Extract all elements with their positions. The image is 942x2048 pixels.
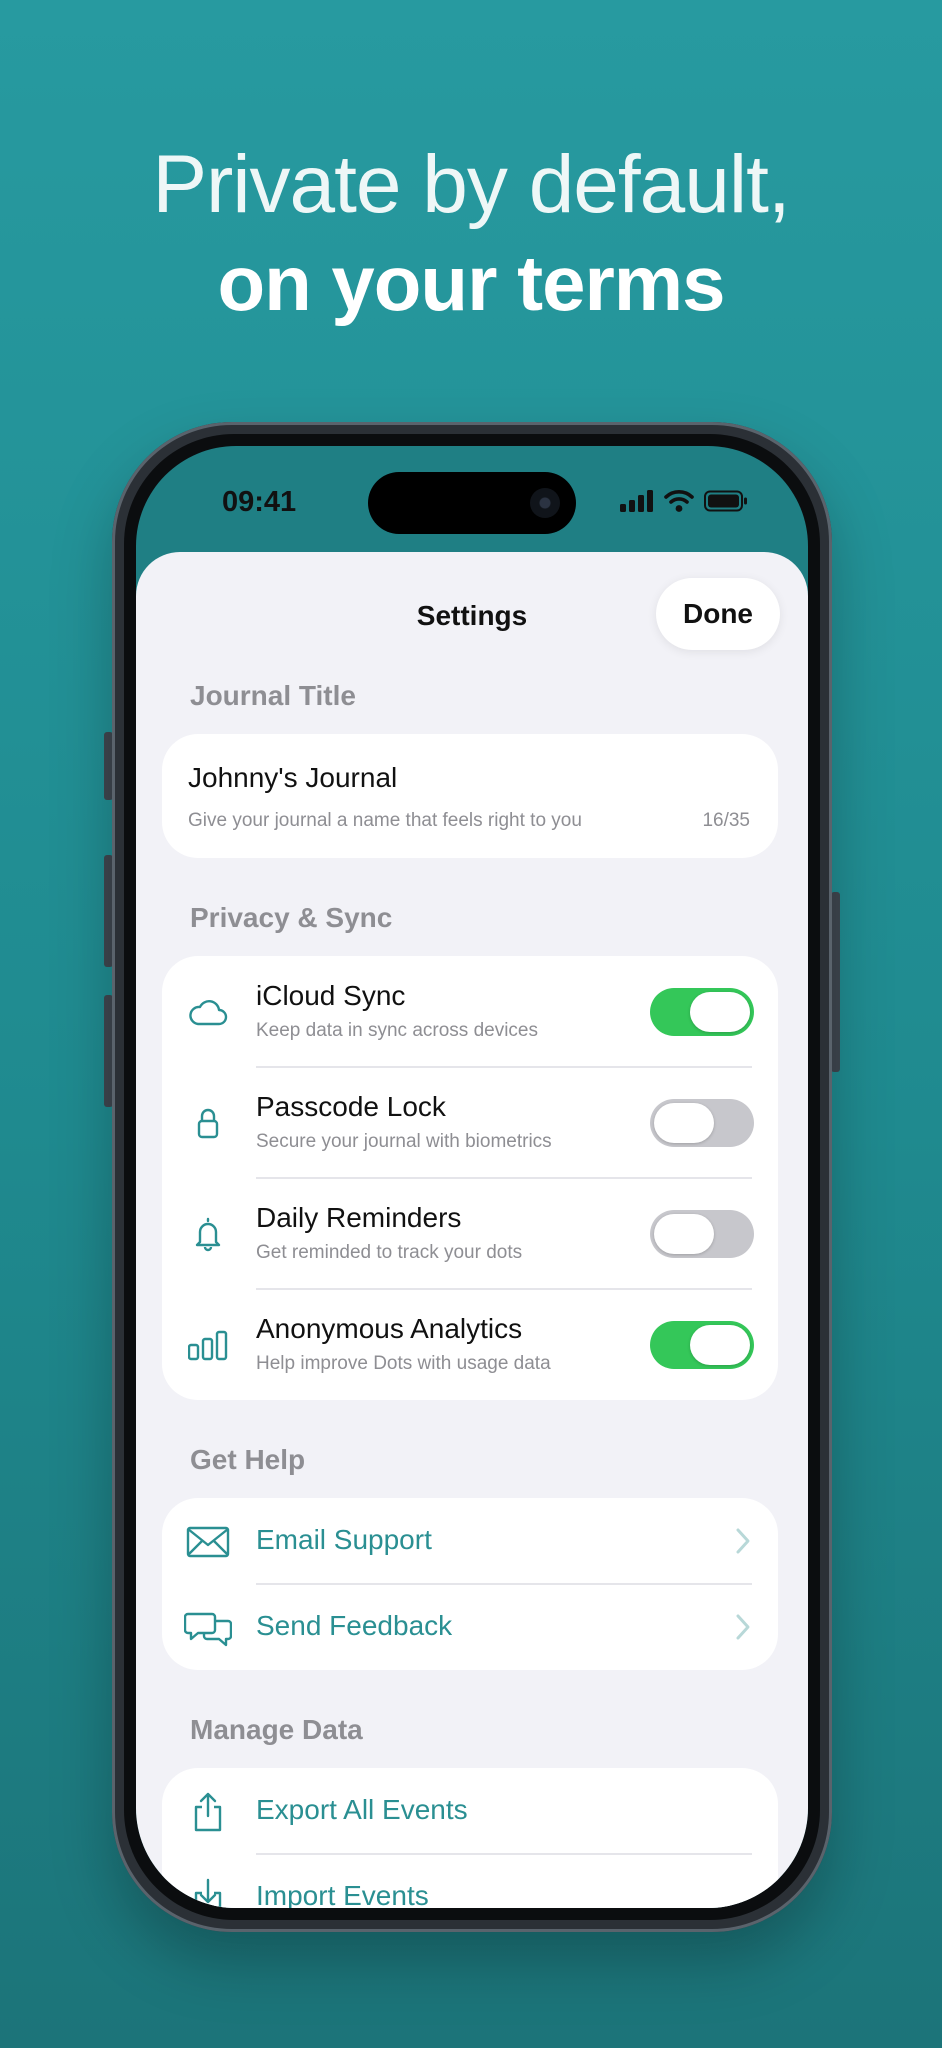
privacy-section-label: Privacy & Sync xyxy=(190,902,393,933)
journal-title-hint: Give your journal a name that feels righ… xyxy=(188,810,582,831)
privacy-card: iCloud Sync Keep data in sync across dev… xyxy=(162,956,778,1400)
power-button xyxy=(831,892,840,1072)
send-feedback-row[interactable]: Send Feedback xyxy=(162,1584,778,1670)
email-support-row[interactable]: Email Support xyxy=(162,1498,778,1584)
icloud-sync-toggle[interactable] xyxy=(650,988,754,1036)
speech-bubbles-icon xyxy=(184,1612,232,1647)
journal-title-counter: 16/35 xyxy=(702,810,750,831)
toggle-knob xyxy=(654,1214,714,1254)
camera-icon xyxy=(530,488,560,518)
passcode-lock-title: Passcode Lock xyxy=(256,1091,446,1122)
daily-reminders-subtitle: Get reminded to track your dots xyxy=(256,1242,523,1263)
toggle-knob xyxy=(690,1325,750,1365)
journal-title-card: Johnny's Journal Give your journal a nam… xyxy=(162,734,778,858)
toggle-knob xyxy=(690,992,750,1032)
email-support-label: Email Support xyxy=(256,1524,432,1555)
journal-title-section-label: Journal Title xyxy=(190,680,356,711)
daily-reminders-row: Daily Reminders Get reminded to track yo… xyxy=(162,1178,778,1289)
bell-icon xyxy=(195,1217,221,1252)
passcode-lock-row: Passcode Lock Secure your journal with b… xyxy=(162,1067,778,1178)
import-events-row[interactable]: Import Events xyxy=(162,1854,778,1908)
data-section-label: Manage Data xyxy=(190,1714,363,1745)
help-section-label: Get Help xyxy=(190,1444,306,1475)
import-events-label: Import Events xyxy=(256,1880,429,1908)
headline-line-1: Private by default, xyxy=(152,139,790,230)
chevron-right-icon xyxy=(736,1614,750,1640)
daily-reminders-title: Daily Reminders xyxy=(256,1202,462,1233)
battery-icon xyxy=(704,490,747,512)
phone-screen: 09:41 Settings Done Journal Title Johnny… xyxy=(136,446,808,1908)
status-time: 09:41 xyxy=(222,486,297,518)
help-card: Email Support Send Feedback xyxy=(162,1498,778,1670)
passcode-lock-subtitle: Secure your journal with biometrics xyxy=(256,1131,552,1152)
dynamic-island xyxy=(368,472,576,534)
export-events-label: Export All Events xyxy=(256,1794,468,1825)
status-icons xyxy=(620,490,748,512)
export-events-row[interactable]: Export All Events xyxy=(162,1768,778,1854)
anonymous-analytics-toggle[interactable] xyxy=(650,1321,754,1369)
settings-sheet: Settings Done Journal Title Johnny's Jou… xyxy=(136,552,808,1908)
anonymous-analytics-subtitle: Help improve Dots with usage data xyxy=(256,1353,551,1374)
toggle-knob xyxy=(654,1103,714,1143)
wifi-icon xyxy=(664,490,694,512)
chevron-right-icon xyxy=(736,1528,750,1554)
send-feedback-label: Send Feedback xyxy=(256,1610,453,1641)
journal-title-field[interactable]: Johnny's Journal xyxy=(188,762,397,794)
headline: Private by default, on your terms xyxy=(0,135,942,331)
headline-line-2: on your terms xyxy=(217,239,725,327)
chart-icon xyxy=(188,1330,228,1361)
daily-reminders-toggle[interactable] xyxy=(650,1210,754,1258)
share-icon xyxy=(194,1792,222,1832)
data-card: Export All Events Import Events xyxy=(162,1768,778,1908)
cloud-icon xyxy=(189,1000,228,1026)
icloud-sync-subtitle: Keep data in sync across devices xyxy=(256,1020,538,1041)
cellular-signal-icon xyxy=(620,490,653,512)
import-icon xyxy=(194,1878,222,1908)
passcode-lock-toggle[interactable] xyxy=(650,1099,754,1147)
anonymous-analytics-title: Anonymous Analytics xyxy=(256,1313,523,1344)
lock-icon xyxy=(197,1108,219,1139)
done-button[interactable]: Done xyxy=(656,578,780,650)
icloud-sync-title: iCloud Sync xyxy=(256,980,406,1011)
icloud-sync-row: iCloud Sync Keep data in sync across dev… xyxy=(162,956,778,1067)
envelope-icon xyxy=(186,1526,230,1558)
anonymous-analytics-row: Anonymous Analytics Help improve Dots wi… xyxy=(162,1289,778,1400)
